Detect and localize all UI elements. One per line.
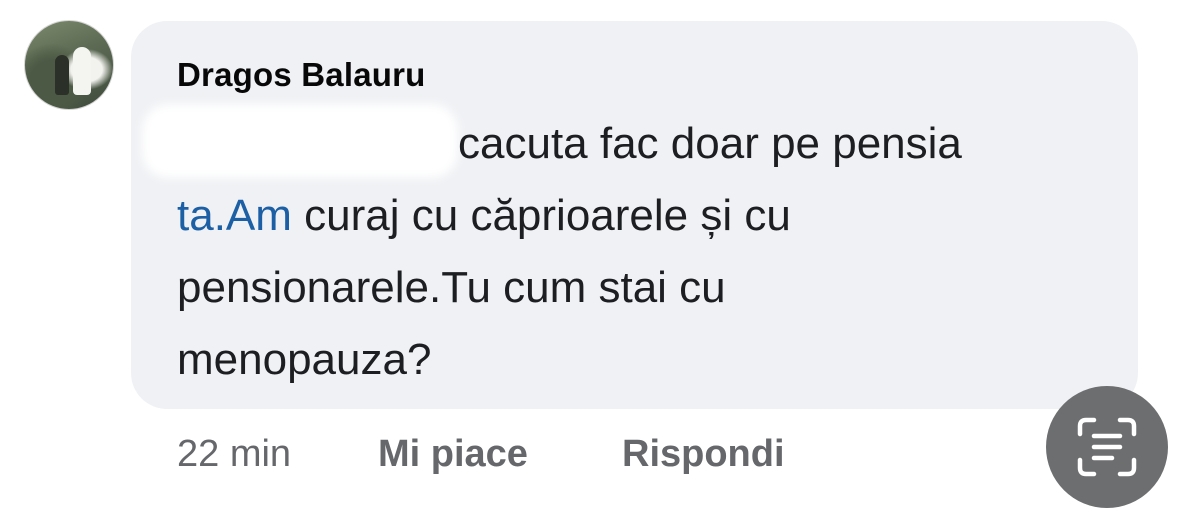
reply-button[interactable]: Rispondi	[622, 433, 785, 476]
like-button[interactable]: Mi piace	[378, 433, 528, 476]
avatar[interactable]	[24, 20, 114, 110]
comment-text-line: cacuta fac doar pe pensia	[458, 119, 962, 168]
comment-author[interactable]: Dragos Balauru	[177, 56, 426, 94]
avatar-figure	[73, 47, 91, 95]
comment-text-line: pensionarele.Tu cum stai cu	[177, 263, 726, 312]
text-scan-button[interactable]	[1046, 386, 1168, 508]
text-scan-icon	[1077, 417, 1137, 477]
avatar-figure	[55, 55, 69, 95]
redacted-text	[150, 112, 450, 170]
comment-text-fragment: curaj cu căprioarele și cu	[304, 191, 791, 240]
comment-text-line: ta.Am curaj cu căprioarele și cu	[177, 190, 791, 242]
mention-link[interactable]: ta.Am	[177, 191, 292, 240]
comment-text-line: menopauza?	[177, 335, 432, 384]
comment-timestamp: 22 min	[177, 433, 292, 475]
